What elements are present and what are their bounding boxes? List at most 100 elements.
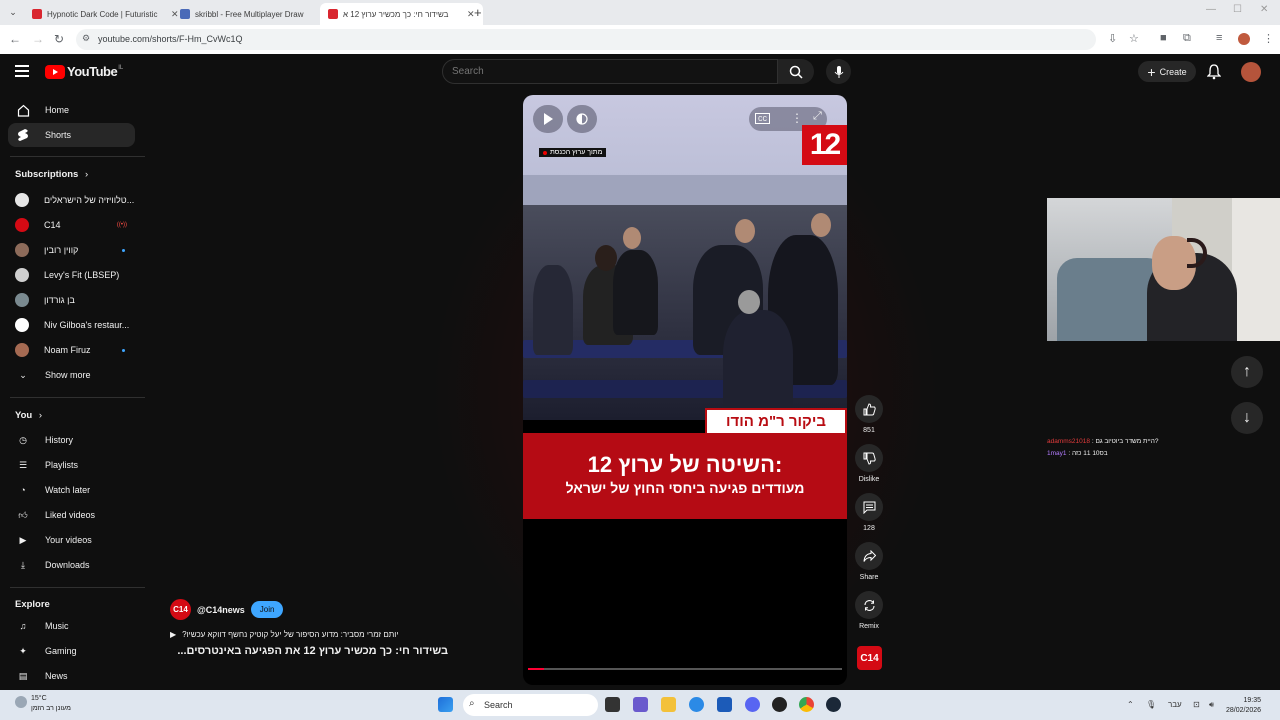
share-icon: [855, 542, 883, 570]
maximize-window-icon[interactable]: ☐: [1233, 4, 1242, 15]
windows-start-icon[interactable]: [438, 697, 453, 712]
sidebar-subscription[interactable]: קווין רובין: [8, 238, 135, 262]
browser-tab-active[interactable]: בשידור חי: כך מכשיר ערוץ 12 א ✕: [320, 3, 483, 25]
sidebar-item-history[interactable]: ◷ History: [8, 428, 135, 452]
reload-icon[interactable]: ↻: [54, 32, 64, 46]
minimize-window-icon[interactable]: —: [1206, 4, 1216, 15]
clock-time: 19:35: [1243, 697, 1262, 704]
network-icon[interactable]: ⊡: [1193, 700, 1200, 709]
subscriptions-header[interactable]: Subscriptions ›: [15, 169, 88, 180]
media-control-icon[interactable]: ≡: [1216, 32, 1222, 44]
store-icon[interactable]: [717, 697, 732, 712]
previous-short-button[interactable]: ↑: [1231, 356, 1263, 388]
sidebar-subscription[interactable]: Noam Firuz: [8, 338, 135, 362]
weather-widget[interactable]: 15°C מעונן רב הזמן: [13, 694, 71, 714]
more-options-icon[interactable]: ⋮: [791, 111, 803, 125]
language-indicator[interactable]: עבר: [1168, 700, 1182, 709]
obs-icon[interactable]: [772, 697, 787, 712]
mic-tray-icon[interactable]: 🎙︎: [1146, 700, 1156, 709]
browser-tab[interactable]: skribbl - Free Multiplayer Draw ✕: [172, 3, 335, 25]
channel-avatar[interactable]: C14: [170, 599, 191, 620]
url-text[interactable]: youtube.com/shorts/F-Hm_CvWc1Q: [98, 34, 243, 44]
extensions-puzzle-icon[interactable]: ⧉: [1183, 32, 1191, 45]
chrome-icon[interactable]: [799, 697, 814, 712]
search-button[interactable]: [778, 59, 814, 84]
skribbl-favicon-icon: [180, 9, 190, 19]
sidebar-subscription[interactable]: טלוויזיה של הישראלים...: [8, 188, 135, 212]
volume-button[interactable]: [567, 105, 597, 133]
taskbar-search[interactable]: ⌕ Search: [463, 694, 598, 716]
captions-icon[interactable]: cc: [755, 113, 770, 124]
new-tab-button[interactable]: +: [474, 5, 482, 20]
create-button[interactable]: + Create: [1138, 61, 1196, 82]
menu-icon[interactable]: [15, 65, 29, 77]
sidebar-item-playlists[interactable]: ☰ Playlists: [8, 453, 135, 477]
sidebar-item-shorts[interactable]: Shorts: [8, 123, 135, 147]
scene-head: [738, 290, 760, 314]
fullscreen-icon[interactable]: ⤢: [813, 110, 822, 123]
arrow-up-icon: ↑: [1243, 363, 1251, 380]
teams-icon[interactable]: [633, 697, 648, 712]
remix-button[interactable]: Remix: [852, 591, 886, 630]
tray-overflow-icon[interactable]: ⌃: [1127, 700, 1134, 709]
sidebar-subscription[interactable]: בן גורדון: [8, 288, 135, 312]
tab-title: בשידור חי: כך מכשיר ערוץ 12 א: [343, 9, 449, 19]
sidebar-subscription[interactable]: Levy's Fit (LBSEP): [8, 263, 135, 287]
taskbar-clock[interactable]: 19:35 28/02/2026: [1226, 696, 1261, 716]
extension-icon[interactable]: ■: [1160, 32, 1167, 44]
video-progress-bar[interactable]: [528, 668, 842, 670]
sidebar-subscription[interactable]: C14 ((•)): [8, 213, 135, 237]
channel-handle[interactable]: @C14news: [197, 605, 245, 615]
task-view-icon[interactable]: [605, 697, 620, 712]
show-more-button[interactable]: ⌄ Show more: [8, 363, 135, 387]
close-window-icon[interactable]: ✕: [1260, 4, 1268, 15]
voice-search-button[interactable]: [826, 59, 851, 84]
browser-tab[interactable]: Hypnotic Dark Code | Futuristic ✕: [24, 3, 187, 25]
sidebar-item-label: C14: [44, 220, 61, 230]
comment-icon: [855, 493, 883, 521]
profile-avatar-icon[interactable]: [1238, 33, 1250, 45]
chevron-right-icon: ›: [84, 169, 89, 180]
edge-icon[interactable]: [689, 697, 704, 712]
sidebar-item-watch-later[interactable]: ◔ Watch later: [8, 478, 135, 502]
sidebar-item-liked-videos[interactable]: 👍︎ Liked videos: [8, 503, 135, 527]
browser-menu-icon[interactable]: ⋮: [1263, 32, 1274, 45]
sidebar-item-news[interactable]: ▤ News: [8, 664, 135, 688]
steam-icon[interactable]: [826, 697, 841, 712]
bookmark-star-icon[interactable]: ☆: [1129, 32, 1139, 45]
discord-icon[interactable]: [745, 697, 760, 712]
video-progress-fill: [528, 668, 544, 670]
tab-search-button[interactable]: ⌄: [6, 5, 20, 19]
sidebar-item-home[interactable]: Home: [8, 98, 135, 122]
next-short-button[interactable]: ↓: [1231, 402, 1263, 434]
forward-arrow-icon[interactable]: →: [32, 32, 44, 46]
channel-avatar: [15, 268, 29, 282]
install-app-icon[interactable]: ⇩: [1108, 32, 1117, 45]
shorts-video-player[interactable]: cc ⋮ ⤢ 12 מתוך ערוץ הכנסת ביקור ר"מ הודו…: [523, 95, 847, 685]
sidebar-item-label: News: [45, 671, 68, 681]
volume-tray-icon[interactable]: 🔊︎: [1209, 700, 1214, 710]
account-avatar[interactable]: [1241, 62, 1261, 82]
like-button[interactable]: 851: [852, 395, 886, 434]
file-explorer-icon[interactable]: [661, 697, 676, 712]
sidebar-item-music[interactable]: ♫ Music: [8, 614, 135, 638]
dislike-button[interactable]: Dislike: [852, 444, 886, 483]
back-arrow-icon[interactable]: ←: [9, 32, 21, 46]
comments-button[interactable]: 128: [852, 493, 886, 532]
sidebar-item-gaming[interactable]: ✦ Gaming: [8, 639, 135, 663]
site-info-icon[interactable]: ⚙: [82, 33, 90, 44]
search-input[interactable]: [443, 60, 777, 83]
video-title[interactable]: בשידור חי: כך מכשיר ערוץ 12 את הפגיעה בא…: [170, 645, 448, 657]
search-box[interactable]: [442, 59, 778, 84]
notifications-button[interactable]: [1206, 64, 1222, 85]
sidebar-item-downloads[interactable]: ⤓ Downloads: [8, 553, 135, 577]
play-button[interactable]: [533, 105, 563, 133]
share-button[interactable]: Share: [852, 542, 886, 581]
sidebar-subscription[interactable]: Niv Gilboa's restaur...: [8, 313, 135, 337]
join-button[interactable]: Join: [250, 601, 284, 618]
you-header[interactable]: You ›: [15, 410, 42, 421]
sidebar-item-your-videos[interactable]: ▶ Your videos: [8, 528, 135, 552]
channel-badge[interactable]: C14: [857, 646, 882, 670]
youtube-logo[interactable]: YouTube IL: [45, 64, 123, 79]
related-video-row[interactable]: ▶ יותם זמרי מסביר: מדוע הסיפור של יעל קו…: [170, 630, 490, 639]
